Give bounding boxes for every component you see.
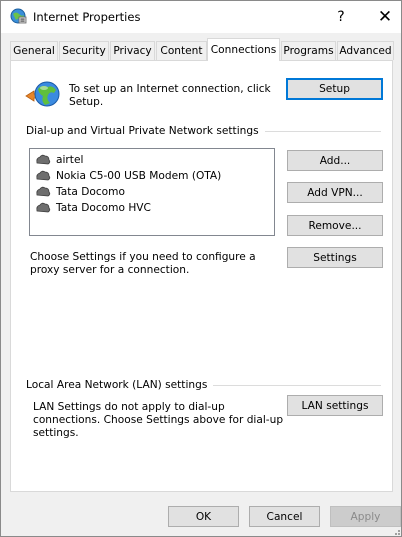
tab-privacy[interactable]: Privacy [110,41,155,60]
dialup-group-label: Dial-up and Virtual Private Network sett… [26,125,265,137]
tab-general[interactable]: General [10,41,58,60]
help-button[interactable]: ? [319,1,363,33]
dialup-connection-icon [36,170,51,181]
title-bar: Internet Properties ? ✕ [1,1,401,33]
remove-button[interactable]: Remove... [287,215,383,236]
setup-button[interactable]: Setup [286,78,383,100]
tab-programs[interactable]: Programs [281,41,336,60]
connection-name: Tata Docomo [56,186,125,198]
cancel-button[interactable]: Cancel [249,506,320,527]
connection-name: Nokia C5-00 USB Modem (OTA) [56,170,222,182]
connection-name: airtel [56,154,84,166]
internet-properties-window: Internet Properties ? ✕ General Security… [0,0,402,537]
list-item[interactable]: airtel [35,152,83,168]
close-button[interactable]: ✕ [363,1,402,33]
proxy-description: Choose Settings if you need to configure… [30,251,256,276]
tab-connections[interactable]: Connections [207,38,280,61]
dialup-connection-icon [36,186,51,197]
settings-button[interactable]: Settings [287,247,383,268]
internet-options-icon [10,8,27,24]
globe-connection-icon [25,81,60,107]
list-item[interactable]: Tata Docomo HVC [35,200,151,216]
connection-name: Tata Docomo HVC [56,202,151,214]
tab-content[interactable]: Content [156,41,207,60]
tab-strip: General Security Privacy Content Connect… [10,38,394,61]
apply-button: Apply [330,506,401,527]
dialup-connection-icon [36,202,51,213]
list-item[interactable]: Tata Docomo [35,184,125,200]
add-vpn-button[interactable]: Add VPN... [287,182,383,203]
lan-settings-button[interactable]: LAN settings [287,395,383,416]
lan-group-label: Local Area Network (LAN) settings [26,379,214,391]
setup-description: To set up an Internet connection, click … [69,83,271,108]
connection-list[interactable]: airtel Nokia C5-00 USB Modem (OTA) Tata … [29,148,275,236]
window-title: Internet Properties [33,10,141,24]
add-button[interactable]: Add... [287,150,383,171]
tab-security[interactable]: Security [59,41,109,60]
dialup-connection-icon [36,154,51,165]
list-item[interactable]: Nokia C5-00 USB Modem (OTA) [35,168,221,184]
tab-advanced[interactable]: Advanced [337,41,394,60]
lan-group-rule [199,385,381,386]
lan-description: LAN Settings do not apply to dial-up con… [33,401,284,439]
ok-button[interactable]: OK [168,506,239,527]
resize-grip-icon[interactable] [391,528,401,536]
